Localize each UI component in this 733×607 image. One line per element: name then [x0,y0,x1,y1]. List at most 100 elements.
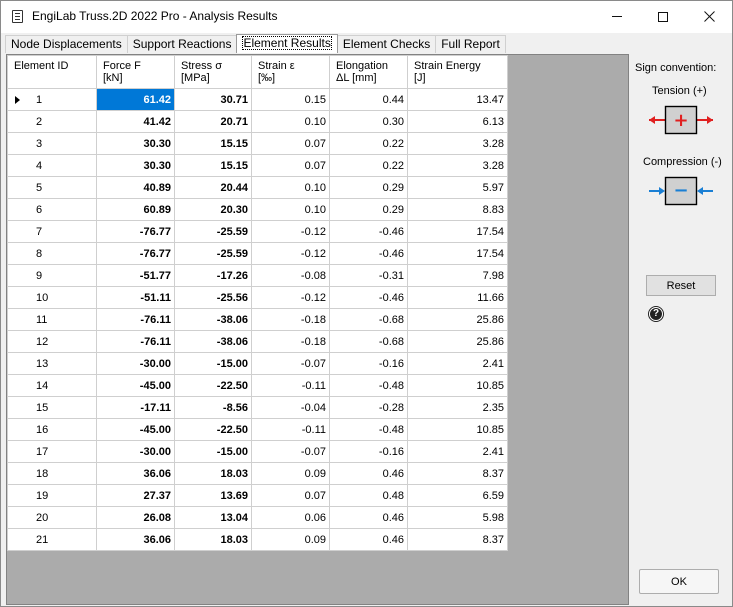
tab-node-displacements[interactable]: Node Displacements [5,35,128,53]
value-cell[interactable]: -30.00 [96,440,175,463]
value-cell[interactable]: 8.37 [407,462,508,485]
results-grid-panel[interactable]: Element ID Force F [kN] Stress σ [MPa] Str… [6,54,629,605]
table-row[interactable]: 10 -51.11 -25.56 -0.12 -0.46 11.66 [7,286,508,309]
element-id-cell[interactable]: 7 [7,220,97,243]
table-row[interactable]: 18 36.06 18.03 0.09 0.46 8.37 [7,462,508,485]
table-row[interactable]: 17 -30.00 -15.00 -0.07 -0.16 2.41 [7,440,508,463]
value-cell[interactable]: 0.30 [329,110,408,133]
value-cell[interactable]: -0.68 [329,308,408,331]
minimize-button[interactable] [594,1,640,32]
value-cell[interactable]: -51.77 [96,264,175,287]
value-cell[interactable]: 30.71 [174,88,252,111]
value-cell[interactable]: 5.97 [407,176,508,199]
value-cell[interactable]: 6.59 [407,484,508,507]
table-row[interactable]: 4 30.30 15.15 0.07 0.22 3.28 [7,154,508,177]
value-cell[interactable]: -15.00 [174,440,252,463]
value-cell[interactable]: -0.16 [329,440,408,463]
table-row[interactable]: 12 -76.11 -38.06 -0.18 -0.68 25.86 [7,330,508,353]
column-header-element-id[interactable]: Element ID [7,55,97,89]
value-cell[interactable]: 60.89 [96,198,175,221]
value-cell[interactable]: 5.98 [407,506,508,529]
value-cell[interactable]: -0.07 [251,352,330,375]
table-row[interactable]: 16 -45.00 -22.50 -0.11 -0.48 10.85 [7,418,508,441]
value-cell[interactable]: 2.35 [407,396,508,419]
value-cell[interactable]: -25.56 [174,286,252,309]
table-row[interactable]: 15 -17.11 -8.56 -0.04 -0.28 2.35 [7,396,508,419]
value-cell[interactable]: 11.66 [407,286,508,309]
value-cell[interactable]: 0.29 [329,176,408,199]
value-cell[interactable]: 18.03 [174,462,252,485]
value-cell[interactable]: 0.10 [251,110,330,133]
value-cell[interactable]: -0.18 [251,330,330,353]
value-cell[interactable]: -17.11 [96,396,175,419]
value-cell[interactable]: 13.04 [174,506,252,529]
value-cell[interactable]: 7.98 [407,264,508,287]
value-cell[interactable]: -0.08 [251,264,330,287]
value-cell[interactable]: -8.56 [174,396,252,419]
value-cell[interactable]: 20.71 [174,110,252,133]
element-id-cell[interactable]: 15 [7,396,97,419]
value-cell[interactable]: -0.11 [251,374,330,397]
value-cell[interactable]: 2.41 [407,352,508,375]
value-cell[interactable]: 36.06 [96,528,175,551]
element-id-cell[interactable]: 21 [7,528,97,551]
value-cell[interactable]: 0.15 [251,88,330,111]
tab-support-reactions[interactable]: Support Reactions [126,35,238,53]
value-cell[interactable]: -15.00 [174,352,252,375]
value-cell[interactable]: -0.46 [329,242,408,265]
value-cell[interactable]: -38.06 [174,308,252,331]
value-cell[interactable]: -22.50 [174,374,252,397]
value-cell[interactable]: -22.50 [174,418,252,441]
value-cell[interactable]: -76.77 [96,242,175,265]
table-row[interactable]: 21 36.06 18.03 0.09 0.46 8.37 [7,528,508,551]
tab-full-report[interactable]: Full Report [435,35,506,53]
value-cell[interactable]: 25.86 [407,308,508,331]
value-cell[interactable]: -0.48 [329,374,408,397]
value-cell[interactable]: 0.10 [251,198,330,221]
value-cell[interactable]: -0.12 [251,286,330,309]
table-row[interactable]: 6 60.89 20.30 0.10 0.29 8.83 [7,198,508,221]
value-cell[interactable]: -0.28 [329,396,408,419]
element-id-cell[interactable]: 16 [7,418,97,441]
value-cell[interactable]: 36.06 [96,462,175,485]
value-cell[interactable]: 26.08 [96,506,175,529]
value-cell[interactable]: 8.37 [407,528,508,551]
title-bar[interactable]: EngiLab Truss.2D 2022 Pro - Analysis Res… [1,1,732,33]
value-cell[interactable]: 10.85 [407,374,508,397]
value-cell[interactable]: 0.07 [251,132,330,155]
value-cell[interactable]: -0.04 [251,396,330,419]
table-row[interactable]: 7 -76.77 -25.59 -0.12 -0.46 17.54 [7,220,508,243]
value-cell[interactable]: 8.83 [407,198,508,221]
column-header-elongation[interactable]: Elongation ΔL [mm] [329,55,408,89]
value-cell[interactable]: 41.42 [96,110,175,133]
tab-element-results[interactable]: Element Results [236,34,338,53]
element-id-cell[interactable]: 5 [7,176,97,199]
element-id-cell[interactable]: 2 [7,110,97,133]
value-cell[interactable]: -0.11 [251,418,330,441]
value-cell[interactable]: 0.46 [329,462,408,485]
element-id-cell[interactable]: 3 [7,132,97,155]
element-id-cell[interactable]: 10 [7,286,97,309]
column-header-force[interactable]: Force F [kN] [96,55,175,89]
table-row[interactable]: 13 -30.00 -15.00 -0.07 -0.16 2.41 [7,352,508,375]
value-cell[interactable]: -0.46 [329,286,408,309]
value-cell[interactable]: 10.85 [407,418,508,441]
value-cell[interactable]: -76.11 [96,330,175,353]
value-cell[interactable]: -0.18 [251,308,330,331]
value-cell[interactable]: -25.59 [174,242,252,265]
value-cell[interactable]: -38.06 [174,330,252,353]
element-id-cell[interactable]: 17 [7,440,97,463]
element-id-cell[interactable]: 14 [7,374,97,397]
value-cell[interactable]: -45.00 [96,418,175,441]
column-header-strain-energy[interactable]: Strain Energy [J] [407,55,508,89]
ok-button[interactable]: OK [639,569,719,594]
value-cell[interactable]: 17.54 [407,242,508,265]
value-cell[interactable]: -0.31 [329,264,408,287]
value-cell[interactable]: 3.28 [407,154,508,177]
value-cell[interactable]: 20.30 [174,198,252,221]
value-cell[interactable]: 0.29 [329,198,408,221]
value-cell[interactable]: 0.22 [329,132,408,155]
close-button[interactable] [686,1,732,32]
value-cell[interactable]: -0.07 [251,440,330,463]
value-cell[interactable]: -51.11 [96,286,175,309]
